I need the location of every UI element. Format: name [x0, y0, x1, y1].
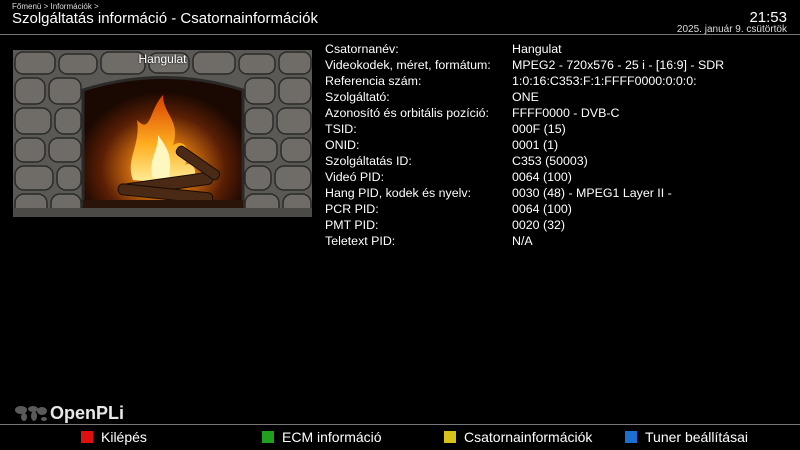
yellow-button[interactable]: Csatornainformációk [444, 424, 592, 450]
page-title: Szolgáltatás információ - Csatornainform… [12, 10, 318, 27]
info-row: Szolgáltató: ONE [325, 89, 795, 105]
info-key: Azonosító és orbitális pozíció: [325, 106, 489, 120]
info-row: Szolgáltatás ID: C353 (50003) [325, 153, 795, 169]
info-row: PCR PID: 0064 (100) [325, 201, 795, 217]
info-row: Csatornanév: Hangulat [325, 41, 795, 57]
info-key: Szolgáltatás ID: [325, 154, 412, 168]
info-row: Teletext PID: N/A [325, 233, 795, 249]
info-key: Videokodek, méret, formátum: [325, 58, 491, 72]
info-row: Videokodek, méret, formátum: MPEG2 - 720x… [325, 57, 795, 73]
red-key-icon [81, 431, 93, 443]
info-key: TSID: [325, 122, 357, 136]
info-value: 000F (15) [512, 122, 566, 136]
green-key-icon [262, 431, 274, 443]
video-preview: Hangulat [13, 50, 312, 217]
preview-channel-label: Hangulat [138, 52, 187, 66]
info-row: ONID: 0001 (1) [325, 137, 795, 153]
info-value: Hangulat [512, 42, 562, 56]
info-value: 0064 (100) [512, 202, 572, 216]
blue-button[interactable]: Tuner beállításai [625, 424, 748, 450]
green-button-label: ECM információ [282, 429, 382, 445]
green-button[interactable]: ECM információ [262, 424, 382, 450]
info-row: Hang PID, kodek és nyelv: 0030 (48) - MPE… [325, 185, 795, 201]
info-key: Csatornanév: [325, 42, 399, 56]
info-value: ONE [512, 90, 539, 104]
logo-text: OpenPLi [50, 403, 125, 423]
info-row: TSID: 000F (15) [325, 121, 795, 137]
info-row: Videó PID: 0064 (100) [325, 169, 795, 185]
info-value: C353 (50003) [512, 154, 588, 168]
info-value: 0030 (48) - MPEG1 Layer II - [512, 186, 672, 200]
blue-button-label: Tuner beállításai [645, 429, 748, 445]
info-value: FFFF0000 - DVB-C [512, 106, 620, 120]
info-row: Referencia szám: 1:0:16:C353:F:1:FFFF0000… [325, 73, 795, 89]
header-divider [0, 34, 800, 35]
info-key: Hang PID, kodek és nyelv: [325, 186, 472, 200]
info-value: MPEG2 - 720x576 - 25 i - [16:9] - SDR [512, 58, 725, 72]
red-button[interactable]: Kilépés [81, 424, 147, 450]
header: Főmenü > Információk > Szolgáltatás info… [0, 0, 800, 35]
fireplace-image [13, 50, 312, 217]
info-key: ONID: [325, 138, 360, 152]
info-key: PCR PID: [325, 202, 379, 216]
blue-key-icon [625, 431, 637, 443]
info-key: Videó PID: [325, 170, 385, 184]
world-map-icon [15, 406, 47, 421]
info-key: Szolgáltató: [325, 90, 390, 104]
color-button-bar: Kilépés ECM információ Csatornainformáci… [0, 424, 800, 450]
service-info-list: Csatornanév: Hangulat Videokodek, méret, f… [325, 41, 795, 249]
info-value: 1:0:16:C353:F:1:FFFF0000:0:0:0: [512, 74, 697, 88]
info-value: 0001 (1) [512, 138, 559, 152]
info-row: Azonosító és orbitális pozíció: FFFF0000 … [325, 105, 795, 121]
yellow-key-icon [444, 431, 456, 443]
info-value: 0020 (32) [512, 218, 566, 232]
info-key: Teletext PID: [325, 234, 396, 248]
info-value: N/A [512, 234, 533, 248]
info-value: 0064 (100) [512, 170, 572, 184]
red-button-label: Kilépés [101, 429, 147, 445]
info-row: PMT PID: 0020 (32) [325, 217, 795, 233]
info-key: PMT PID: [325, 218, 379, 232]
yellow-button-label: Csatornainformációk [464, 429, 593, 445]
info-key: Referencia szám: [325, 74, 422, 88]
